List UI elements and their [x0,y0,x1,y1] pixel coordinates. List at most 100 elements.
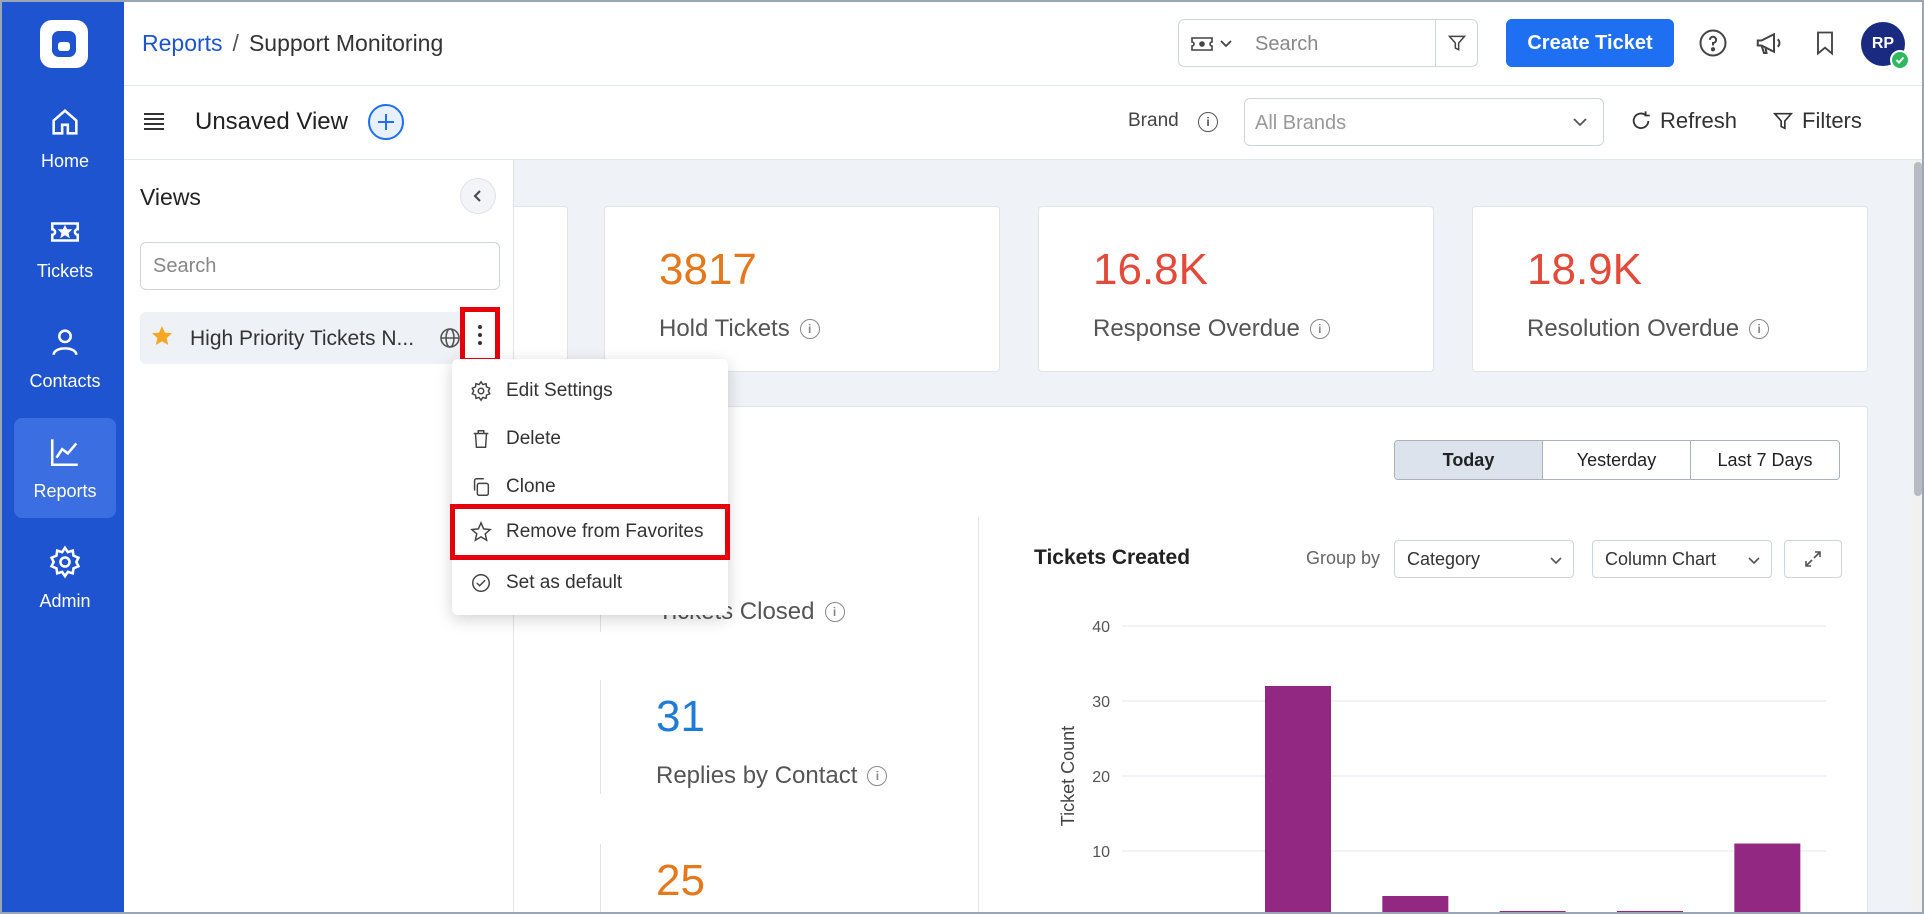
replies-by-contact-value: 31 [656,692,705,741]
metric-card-hold: 3817 Hold Tickets i [604,206,1000,372]
filters-button[interactable]: Filters [1772,108,1862,134]
view-options-button[interactable] [460,307,500,363]
y-tick-label: 20 [1092,769,1110,786]
filter-icon [1772,112,1794,130]
third-metric-value: 25 [656,856,705,905]
resolution-overdue-value: 18.9K [1527,245,1642,294]
chevron-down-icon [1550,557,1562,565]
period-yesterday[interactable]: Yesterday [1543,441,1691,479]
chevron-down-icon [1573,118,1587,127]
views-search-input[interactable]: Search [140,242,500,290]
divider [600,680,601,794]
menu-icon[interactable] [144,112,164,130]
app-logo[interactable] [40,20,88,68]
chevron-down-icon [1748,557,1760,565]
help-button[interactable] [1696,26,1730,60]
response-overdue-text: Response Overdue [1093,315,1300,342]
help-icon [1699,29,1727,57]
period-last-7-days[interactable]: Last 7 Days [1691,441,1839,479]
menu-item-label: Remove from Favorites [506,521,704,542]
nav-contacts-label: Contacts [29,370,101,391]
menu-item-label: Set as default [506,572,623,593]
nav-tickets-label: Tickets [36,260,94,281]
chevron-down-icon [1220,40,1232,48]
period-toggle: Today Yesterday Last 7 Days [1394,440,1840,480]
menu-item-set-as-default[interactable]: Set as default [452,559,728,607]
megaphone-icon [1756,32,1781,54]
breadcrumb-reports-link[interactable]: Reports [142,30,223,56]
chart-type-value: Column Chart [1605,548,1717,569]
bookmarks-button[interactable] [1808,26,1842,60]
group-by-select[interactable]: Category [1394,540,1574,578]
replies-by-contact-text: Replies by Contact [656,762,858,789]
info-icon: i [824,602,845,622]
nav-home-label: Home [40,150,89,171]
views-title: Views [140,184,201,210]
hold-tickets-value: 3817 [659,245,757,294]
y-axis-label: Ticket Count [1058,726,1078,826]
settings-icon [471,380,491,402]
bookmark-icon [1817,31,1833,56]
nav-admin[interactable]: Admin [14,528,116,628]
plus-icon [378,114,394,130]
nav-home[interactable]: Home [14,88,116,188]
breadcrumb-current: Support Monitoring [248,30,444,56]
group-by-label: Group by [1306,548,1381,568]
expand-chart-button[interactable] [1784,540,1842,578]
search-type-dropdown[interactable] [1191,32,1241,56]
chart-title: Tickets Created [1034,546,1191,569]
bar [1734,843,1801,912]
bar [1382,896,1449,912]
panel-divider [978,517,979,912]
response-overdue-label: Response Overdue i [1093,315,1330,343]
replies-by-contact-label: Replies by Contact i [656,762,888,790]
ticket-type-icon [1191,37,1213,51]
menu-item-delete[interactable]: Delete [452,415,728,463]
nav-reports[interactable]: Reports [14,418,116,518]
brand-label: Brand [1128,110,1179,131]
refresh-label: Refresh [1660,108,1738,133]
chevron-left-icon [473,190,481,202]
info-icon: i [1198,112,1218,132]
collapse-panel-button[interactable] [460,178,496,214]
menu-item-edit-settings[interactable]: Edit Settings [452,367,728,415]
metric-card-resolution: 18.9K Resolution Overdue i [1472,206,1868,372]
app-frame: Home Tickets Contacts Reports Admin Repo… [0,0,1924,914]
menu-item-label: Delete [506,428,561,449]
view-title: Unsaved View [195,108,348,135]
hold-tickets-label: Hold Tickets i [659,315,820,343]
home-icon [52,108,78,135]
menu-item-remove-from-favorites[interactable]: Remove from Favorites [450,504,730,560]
global-search: Search [1178,19,1478,67]
view-options-menu: Edit Settings Delete Clone Remove from F… [450,359,730,615]
info-icon: i [1309,319,1330,339]
filters-label: Filters [1802,108,1862,133]
nav-tickets[interactable]: Tickets [14,198,116,298]
star-icon[interactable] [150,324,174,348]
search-input[interactable]: Search [1255,33,1318,56]
create-ticket-button[interactable]: Create Ticket [1506,19,1674,67]
divider [600,844,601,912]
brand-select[interactable]: All Brands [1244,98,1604,146]
period-today[interactable]: Today [1395,441,1543,479]
nav-contacts[interactable]: Contacts [14,308,116,408]
breadcrumb-separator: / [232,30,239,56]
add-view-button[interactable] [368,104,404,140]
nav-admin-label: Admin [39,590,91,611]
refresh-button[interactable]: Refresh [1630,108,1737,134]
scrollbar-thumb[interactable] [1914,162,1922,496]
top-bar: Reports / Support Monitoring Search Create… [124,2,1922,86]
group-by-value: Category [1407,548,1481,569]
view-item[interactable]: High Priority Tickets N... [140,312,500,364]
refresh-icon [1632,111,1650,130]
menu-item-label: Clone [506,476,556,497]
star-icon [470,521,492,542]
announcements-button[interactable] [1752,26,1786,60]
check-icon [1895,56,1905,64]
hold-tickets-text: Hold Tickets [659,315,790,342]
ticket-icon [50,221,80,242]
chart-type-select[interactable]: Column Chart [1592,540,1772,578]
y-tick-label: 10 [1092,844,1110,861]
left-nav: Home Tickets Contacts Reports Admin [2,2,124,912]
search-filter-button[interactable] [1435,20,1477,66]
